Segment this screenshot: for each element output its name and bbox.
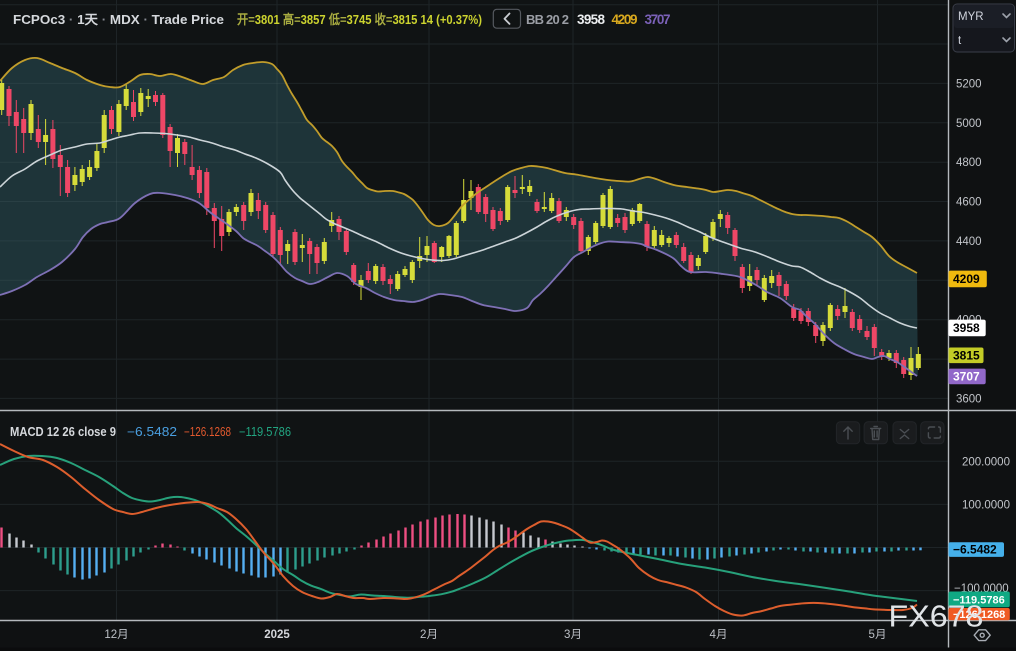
svg-text:MACD 12 26 close 9: MACD 12 26 close 9 xyxy=(10,425,116,439)
svg-text:−119.5786: −119.5786 xyxy=(239,425,291,439)
svg-text:5月: 5月 xyxy=(869,629,887,641)
svg-text:−126.1268: −126.1268 xyxy=(184,425,231,439)
svg-text:5000: 5000 xyxy=(956,118,982,130)
svg-text:4400: 4400 xyxy=(956,236,982,248)
svg-text:FCPOc3 · 1天 · MDX · Trade Pric: FCPOc3 · 1天 · MDX · Trade Price xyxy=(13,12,224,27)
svg-text:3707: 3707 xyxy=(645,12,671,27)
svg-text:4209: 4209 xyxy=(953,272,980,286)
svg-text:4600: 4600 xyxy=(956,197,982,209)
svg-text:2月: 2月 xyxy=(420,629,438,641)
svg-text:2025: 2025 xyxy=(264,629,290,641)
svg-text:−6.5482: −6.5482 xyxy=(127,425,177,439)
svg-text:3月: 3月 xyxy=(564,629,582,641)
svg-text:4月: 4月 xyxy=(710,629,728,641)
svg-text:3600: 3600 xyxy=(956,393,982,405)
svg-text:MYR: MYR xyxy=(958,11,984,23)
svg-text:3815: 3815 xyxy=(953,348,980,362)
svg-text:FX678: FX678 xyxy=(889,599,984,634)
svg-text:3958: 3958 xyxy=(577,12,605,27)
svg-text:BB 20 2: BB 20 2 xyxy=(526,12,569,27)
svg-text:3707: 3707 xyxy=(953,369,980,383)
svg-text:200.0000: 200.0000 xyxy=(962,456,1010,468)
svg-text:开=3801 高=3857 低=3745 收=3815 14: 开=3801 高=3857 低=3745 收=3815 14 (+0.37%) xyxy=(237,12,482,27)
svg-text:4800: 4800 xyxy=(956,157,982,169)
svg-text:3958: 3958 xyxy=(953,321,980,335)
svg-text:5200: 5200 xyxy=(956,78,982,90)
svg-text:−6.5482: −6.5482 xyxy=(953,543,997,557)
svg-text:12月: 12月 xyxy=(104,629,128,641)
svg-text:4209: 4209 xyxy=(612,12,638,27)
svg-text:100.0000: 100.0000 xyxy=(962,499,1010,511)
